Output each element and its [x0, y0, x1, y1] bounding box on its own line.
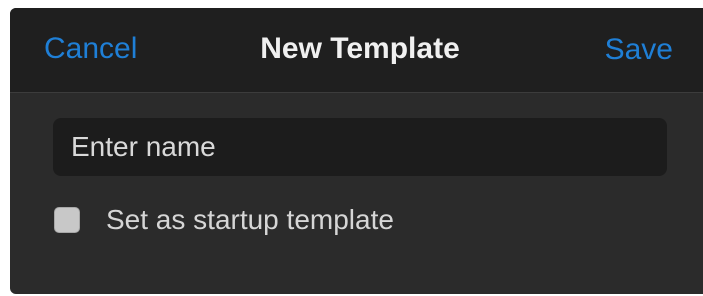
startup-template-checkbox[interactable]	[54, 207, 80, 233]
dialog-title: New Template	[260, 32, 460, 65]
dialog-header: Cancel New Template Save	[10, 8, 703, 93]
new-template-dialog: Cancel New Template Save Set as startup …	[10, 8, 703, 294]
cancel-button[interactable]: Cancel	[44, 29, 137, 69]
startup-template-label: Set as startup template	[106, 204, 394, 235]
save-button[interactable]: Save	[605, 30, 673, 70]
template-name-input[interactable]	[53, 118, 667, 176]
startup-template-option[interactable]: Set as startup template	[54, 202, 394, 238]
